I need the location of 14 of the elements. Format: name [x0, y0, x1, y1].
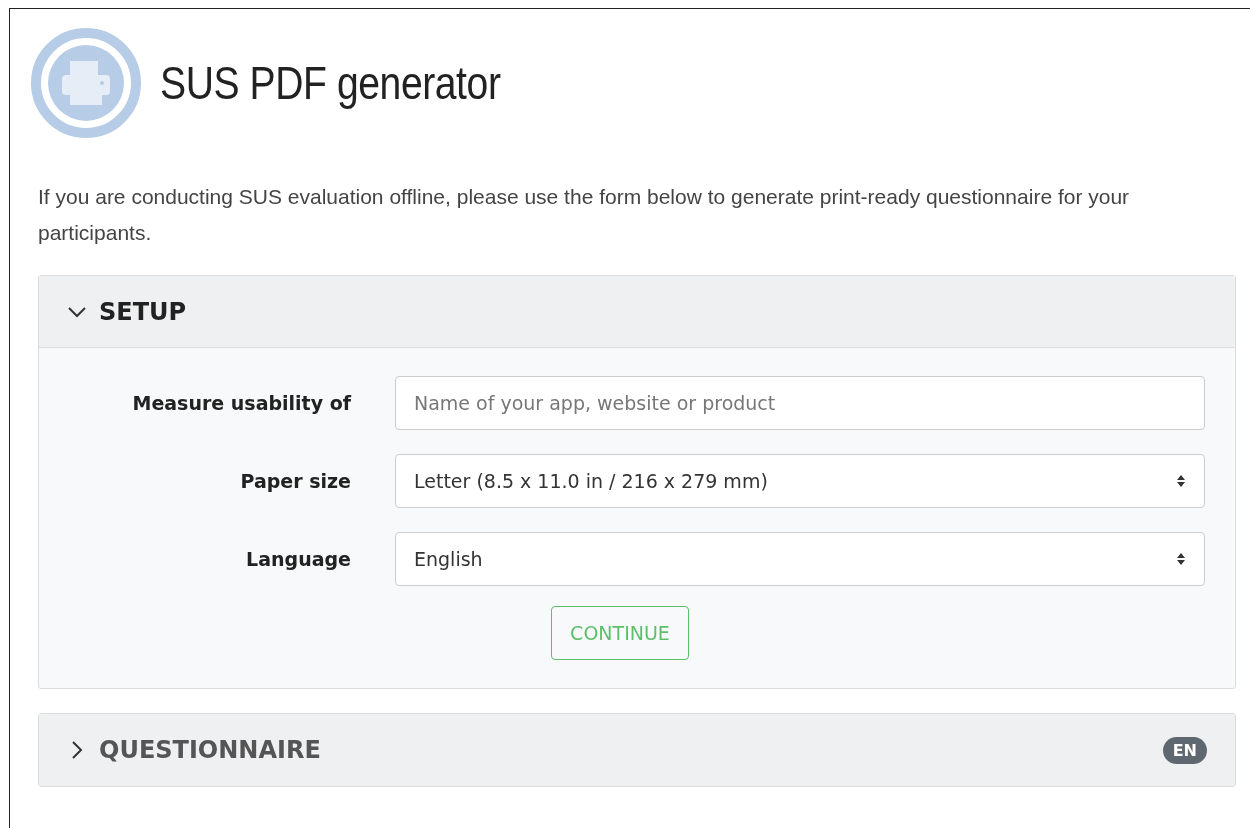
input-field[interactable]: Name of your app, website or product	[395, 376, 1205, 430]
sort-caret-icon	[1176, 552, 1186, 566]
panel-header[interactable]: SETUP	[39, 276, 1235, 348]
select-field[interactable]: English	[395, 532, 1205, 586]
panel-header[interactable]: QUESTIONNAIRE EN	[39, 714, 1235, 786]
sort-caret-icon	[1176, 474, 1186, 488]
printer-logo-icon	[30, 27, 142, 139]
language-badge: EN	[1162, 736, 1207, 764]
field-label: Paper size	[239, 470, 351, 492]
page-title: SUS PDF generator	[160, 56, 501, 110]
field-label: Language	[245, 548, 351, 570]
field-label: Measure usability of	[131, 392, 351, 414]
intro-text: If you are conducting SUS evaluation offline, please use the form below to generate print-ready questionnaire for your participants.	[38, 184, 1131, 246]
select-field[interactable]: Letter (8.5 x 11.0 in / 216 x 279 mm)	[395, 454, 1205, 508]
